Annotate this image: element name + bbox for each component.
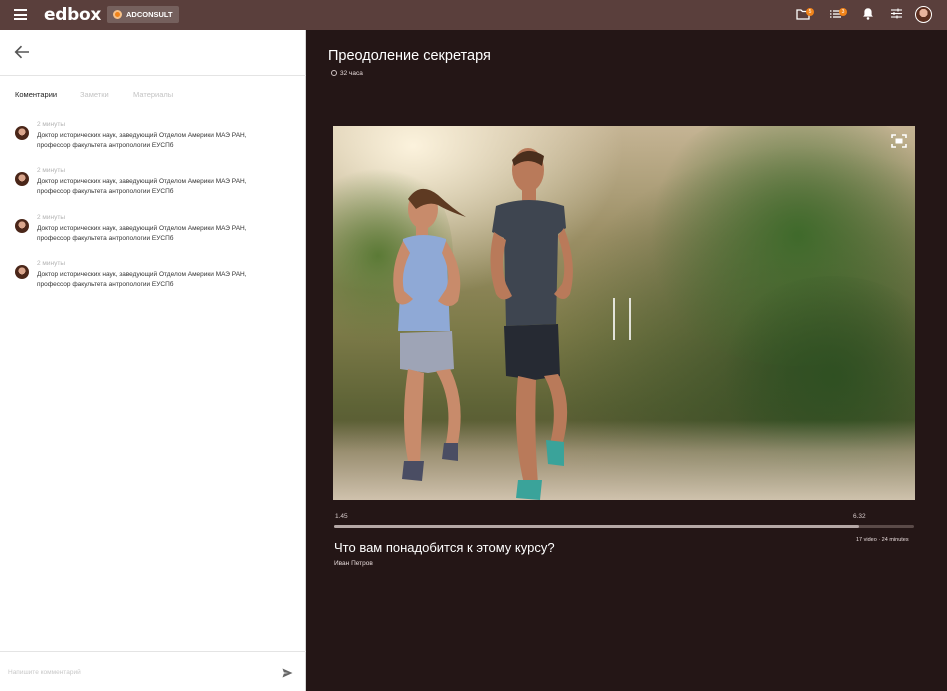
comment-input[interactable] (8, 665, 268, 679)
sidebar-panel: Коментарии Заметки Материалы 2 минуты До… (0, 30, 306, 691)
comment-text: Доктор исторических наук, заведующий Отд… (37, 132, 247, 149)
comment-item: 2 минуты Доктор исторических наук, завед… (15, 121, 295, 157)
video-player[interactable] (333, 126, 915, 500)
partner-name: ADCONSULT (126, 10, 173, 19)
lesson-author[interactable]: Иван Петров (334, 560, 373, 567)
sidebar-divider (0, 75, 306, 76)
comment-avatar (15, 219, 29, 233)
clock-icon (331, 70, 337, 76)
pause-icon[interactable] (613, 298, 633, 340)
progress-fill (334, 525, 860, 528)
notifications-button[interactable] (862, 7, 874, 25)
tab-notes[interactable]: Заметки (80, 90, 109, 99)
progress-bar[interactable] (334, 525, 914, 528)
video-runner-man (490, 148, 573, 500)
settings-sliders-icon (891, 8, 902, 19)
tab-comments[interactable]: Коментарии (15, 90, 57, 99)
comment-item: 2 минуты Доктор исторических наук, завед… (15, 167, 295, 203)
comment-text: Доктор исторических наук, заведующий Отд… (37, 225, 247, 242)
comment-item: 2 минуты Доктор исторических наук, завед… (15, 214, 295, 250)
course-duration-text: 32 часа (340, 70, 363, 77)
total-time: 6.32 (853, 513, 866, 520)
lesson-meta: 17 video · 24 minutes (856, 537, 909, 543)
course-duration: 32 часа (331, 70, 363, 77)
partner-mark-icon (113, 10, 122, 19)
settings-button[interactable] (890, 7, 903, 25)
comment-avatar (15, 265, 29, 279)
comment-avatar (15, 172, 29, 186)
send-icon[interactable] (282, 668, 293, 678)
lesson-title: Что вам понадобится к этому курсу? (334, 540, 555, 555)
comment-text: Доктор исторических наук, заведующий Отд… (37, 271, 247, 288)
tab-materials[interactable]: Материалы (133, 90, 173, 99)
comment-time: 2 минуты (37, 214, 66, 221)
comment-time: 2 минуты (37, 167, 66, 174)
fullscreen-icon[interactable] (891, 134, 907, 148)
comment-avatar (15, 126, 29, 140)
comment-time: 2 минуты (37, 121, 66, 128)
menu-icon[interactable] (14, 9, 27, 20)
compose-divider (0, 651, 306, 652)
user-avatar[interactable] (915, 6, 932, 23)
video-runner-woman (393, 188, 466, 481)
comment-text: Доктор исторических наук, заведующий Отд… (37, 178, 247, 195)
list-badge: 3 (839, 8, 847, 16)
top-bar: edbox ADCONSULT 5 3 (0, 0, 947, 30)
current-time: 1.45 (335, 513, 348, 520)
list-button[interactable]: 3 (829, 7, 847, 25)
folder-button[interactable]: 5 (796, 7, 814, 25)
folder-badge: 5 (806, 8, 814, 16)
comment-time: 2 минуты (37, 260, 66, 267)
bell-icon (863, 8, 873, 20)
course-title: Преодоление секретаря (328, 48, 491, 64)
comment-item: 2 минуты Доктор исторических наук, завед… (15, 260, 295, 296)
partner-logo[interactable]: ADCONSULT (107, 6, 179, 23)
logo[interactable]: edbox (44, 5, 101, 25)
back-arrow-icon[interactable] (13, 44, 31, 60)
